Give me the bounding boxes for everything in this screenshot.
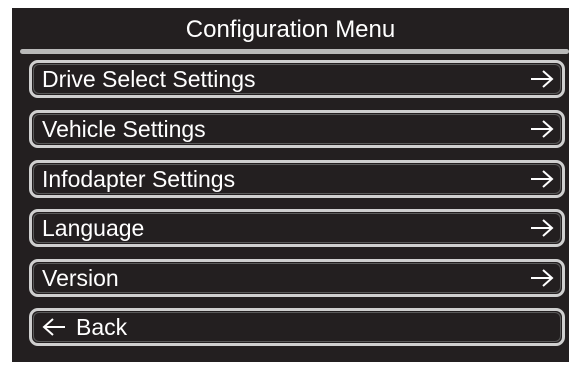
menu-item-label: Infodapter Settings	[42, 166, 236, 192]
menu-item-label: Vehicle Settings	[42, 116, 206, 142]
menu-item-language[interactable]: Language	[29, 209, 565, 247]
menu-item-drive-select-settings[interactable]: Drive Select Settings	[29, 60, 565, 98]
page-title: Configuration Menu	[185, 16, 396, 43]
arrow-right-icon	[531, 70, 554, 88]
arrow-left-icon	[42, 318, 65, 336]
back-button[interactable]: Back	[29, 308, 565, 346]
menu-item-version[interactable]: Version	[29, 259, 565, 297]
arrow-right-icon	[531, 219, 554, 237]
menu-item-label: Language	[42, 215, 145, 241]
title-divider	[20, 49, 569, 54]
back-button-label: Back	[76, 314, 128, 340]
menu-item-label: Version	[42, 265, 119, 291]
arrow-right-icon	[531, 120, 554, 138]
configuration-screen: Configuration Menu Drive Select Settings…	[12, 8, 569, 362]
menu-item-label: Drive Select Settings	[42, 66, 256, 92]
arrow-right-icon	[531, 269, 554, 287]
menu-item-vehicle-settings[interactable]: Vehicle Settings	[29, 110, 565, 148]
arrow-right-icon	[531, 170, 554, 188]
menu-item-infodapter-settings[interactable]: Infodapter Settings	[29, 160, 565, 198]
